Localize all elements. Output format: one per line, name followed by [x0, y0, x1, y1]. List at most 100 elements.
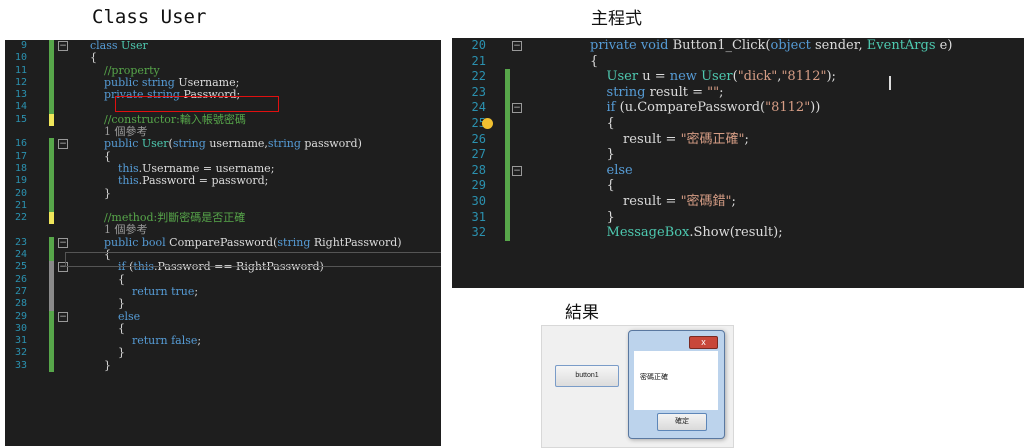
- code-token: .Username = username;: [138, 161, 275, 175]
- code-line[interactable]: 19 this.Password = password;: [5, 175, 441, 188]
- line-number: 29: [471, 178, 486, 193]
- line-number: 28: [14, 298, 27, 310]
- line-number: 28: [471, 162, 486, 177]
- line-number: 22: [471, 69, 486, 84]
- code-token: this: [90, 174, 139, 188]
- collapse-icon[interactable]: −: [58, 139, 68, 150]
- code-line[interactable]: 22 User u = new User("dick","8112");: [452, 69, 1024, 85]
- collapse-icon[interactable]: −: [58, 237, 68, 248]
- code-line[interactable]: 25 {: [452, 115, 1024, 132]
- code-line[interactable]: 33 }: [5, 359, 441, 373]
- close-button[interactable]: x: [689, 336, 718, 349]
- code-line[interactable]: 30 {: [5, 322, 441, 336]
- code-token: "8112": [765, 100, 811, 116]
- code-token: )): [810, 100, 821, 116]
- code-text: this.Password = password;: [90, 175, 268, 187]
- code-token: ComparePassword(: [169, 235, 278, 249]
- change-marker: [49, 273, 54, 286]
- code-line[interactable]: 29 {: [452, 178, 1024, 194]
- change-marker: [49, 298, 54, 311]
- code-line[interactable]: 29 − else: [5, 310, 441, 323]
- code-token: "dick": [737, 69, 778, 85]
- reference-count[interactable]: 1 個參考: [90, 125, 148, 138]
- code-token: MessageBox: [590, 225, 690, 241]
- code-token: string: [172, 137, 210, 151]
- code-line[interactable]: 26 result = "密碼正確";: [452, 131, 1024, 148]
- code-line[interactable]: 28 }: [5, 298, 441, 311]
- code-token: string: [277, 235, 314, 249]
- line-number: 31: [14, 335, 27, 347]
- code-line[interactable]: 28 − else: [452, 162, 1024, 179]
- code-line[interactable]: 22 //method:判斷密碼是否正確: [5, 212, 441, 225]
- line-number: 27: [471, 147, 486, 162]
- code-line[interactable]: 16 − public User(string username,string p…: [5, 137, 441, 151]
- line-number: 32: [471, 225, 486, 240]
- line-number: 18: [14, 162, 27, 174]
- ok-button[interactable]: 確定: [657, 413, 707, 431]
- code-token: ;: [731, 193, 736, 209]
- line-number: 14: [14, 101, 27, 113]
- code-line[interactable]: 32 }: [5, 347, 441, 360]
- button1[interactable]: button1: [555, 365, 619, 387]
- code-line[interactable]: 20 − private void Button1_Click(object sen…: [452, 38, 1024, 54]
- collapse-icon[interactable]: −: [58, 311, 68, 322]
- code-token: }: [90, 186, 111, 200]
- code-line[interactable]: 10 {: [5, 52, 441, 65]
- code-token: return false: [90, 334, 198, 348]
- line-number: 29: [14, 310, 27, 322]
- line-number: 21: [471, 53, 486, 68]
- code-token: User: [701, 69, 733, 85]
- change-marker: [49, 101, 54, 114]
- collapse-icon[interactable]: −: [58, 41, 68, 51]
- code-text: class User: [90, 40, 148, 52]
- code-text: MessageBox.Show(result);: [590, 225, 783, 241]
- password-highlight-box: [115, 96, 279, 112]
- code-token: {: [590, 115, 615, 131]
- result-window: button1 x 密碼正確 確定: [541, 325, 734, 448]
- collapse-icon[interactable]: −: [512, 103, 522, 114]
- code-text: }: [590, 147, 615, 163]
- code-line[interactable]: 30 result = "密碼錯";: [452, 193, 1024, 210]
- code-line[interactable]: 31 return false;: [5, 334, 441, 348]
- line-number: 20: [471, 38, 486, 52]
- code-line[interactable]: 9 − class User: [5, 40, 441, 53]
- change-marker: [505, 84, 510, 101]
- change-marker: [49, 89, 54, 102]
- code-token: {: [90, 149, 111, 163]
- code-token: .Show(result);: [689, 225, 783, 241]
- code-line[interactable]: 23 − public bool ComparePassword(string R…: [5, 235, 441, 250]
- code-line[interactable]: 24 − if (u.ComparePassword("8112")): [452, 100, 1024, 116]
- code-line[interactable]: 26 {: [5, 273, 441, 286]
- right-code-editor[interactable]: 20 − private void Button1_Click(object sen…: [452, 38, 1024, 288]
- change-marker: [505, 162, 510, 179]
- change-marker: [505, 115, 510, 132]
- line-number: 30: [471, 193, 486, 208]
- reference-count[interactable]: 1 個參考: [90, 223, 148, 236]
- change-marker: [505, 69, 510, 85]
- code-line[interactable]: 27 return true;: [5, 284, 441, 299]
- code-text: public bool ComparePassword(string Right…: [90, 235, 402, 249]
- change-marker: [49, 261, 54, 274]
- code-token: if: [590, 100, 620, 116]
- collapse-icon[interactable]: −: [512, 165, 522, 176]
- code-token: ;: [194, 284, 199, 298]
- code-token: {: [590, 53, 599, 69]
- lightbulb-icon[interactable]: [482, 118, 493, 129]
- left-code-editor[interactable]: 9 − class User 10 {11 //property 12 public st…: [5, 40, 441, 446]
- code-token: User: [141, 137, 169, 151]
- code-line[interactable]: 31 }: [452, 209, 1024, 226]
- code-text: private void Button1_Click(object sender…: [590, 38, 952, 54]
- line-number: 24: [14, 249, 27, 261]
- code-token: username,: [209, 137, 268, 151]
- collapse-icon[interactable]: −: [512, 41, 522, 51]
- code-line[interactable]: 23 string result = "";: [452, 84, 1024, 101]
- code-line[interactable]: 27 }: [452, 147, 1024, 163]
- code-token: .Password = password;: [138, 174, 269, 188]
- code-line[interactable]: 15 //constructor:輸入帳號密碼: [5, 113, 441, 127]
- code-line[interactable]: 32 MessageBox.Show(result);: [452, 225, 1024, 241]
- code-token: Button1_Click(: [672, 38, 771, 53]
- change-marker: [49, 150, 54, 163]
- code-line[interactable]: 21 {: [452, 54, 1024, 70]
- code-token: User: [121, 40, 148, 52]
- code-line[interactable]: 20 }: [5, 186, 441, 200]
